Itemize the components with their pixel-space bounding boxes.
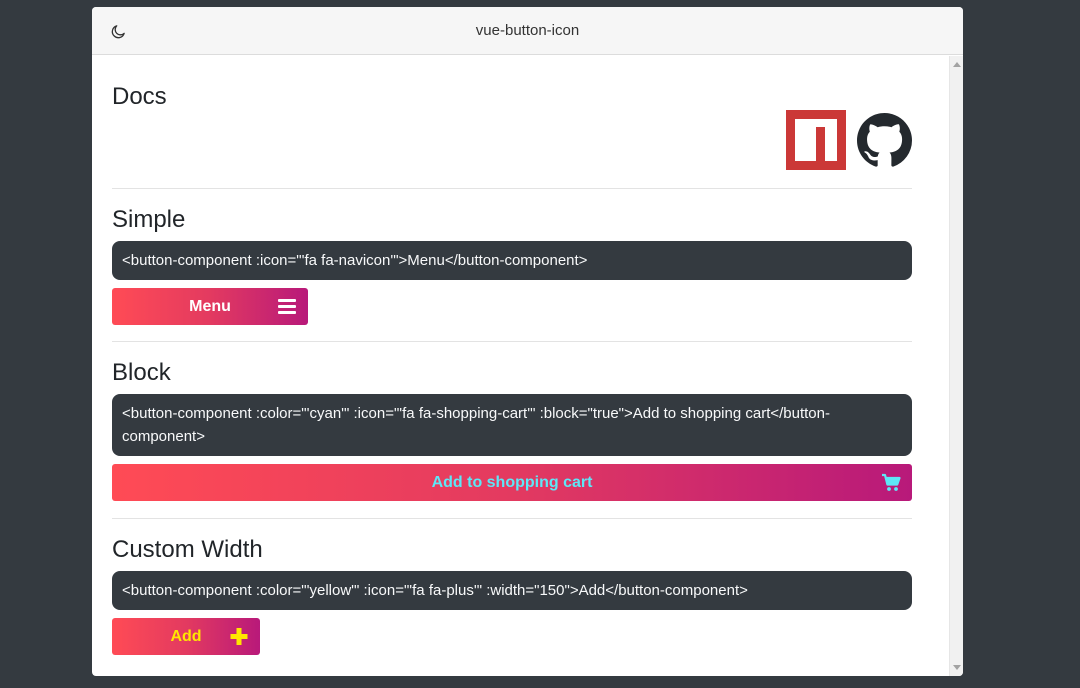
scroll-up-arrow[interactable] <box>953 62 961 67</box>
shopping-cart-icon <box>882 473 901 491</box>
main-content: Docs Simple <button-component :icon="'fa… <box>92 56 949 676</box>
github-logo[interactable] <box>857 112 912 168</box>
app-window: vue-button-icon Docs Simple <button-comp… <box>92 7 963 676</box>
custom-width-heading: Custom Width <box>112 536 263 563</box>
simple-heading: Simple <box>112 206 186 233</box>
plus-icon <box>230 628 248 645</box>
custom-width-code-block: <button-component :color="'yellow'" :ico… <box>112 571 912 610</box>
menu-icon <box>278 299 296 314</box>
scrollbar[interactable] <box>949 56 963 676</box>
window-title: vue-button-icon <box>475 22 580 39</box>
npm-logo[interactable] <box>786 110 846 170</box>
custom-width-section: Custom Width <button-component :color="'… <box>112 519 912 655</box>
scroll-down-arrow[interactable] <box>953 665 961 670</box>
add-to-cart-button[interactable]: Add to shopping cart <box>112 464 912 501</box>
add-to-cart-button-label: Add to shopping cart <box>431 473 593 491</box>
block-code-block: <button-component :color="'cyan'" :icon=… <box>112 394 912 456</box>
simple-section: Simple <button-component :icon="'fa fa-n… <box>112 189 912 342</box>
simple-code-block: <button-component :icon="'fa fa-navicon'… <box>112 241 912 280</box>
add-button[interactable]: Add <box>112 618 260 655</box>
docs-section: Docs <box>112 56 912 189</box>
block-section: Block <button-component :color="'cyan'" … <box>112 342 912 519</box>
docs-heading: Docs <box>112 83 167 110</box>
block-heading: Block <box>112 359 171 386</box>
menu-button[interactable]: Menu <box>112 288 308 325</box>
title-bar: vue-button-icon <box>92 7 963 55</box>
doc-links <box>786 110 912 170</box>
